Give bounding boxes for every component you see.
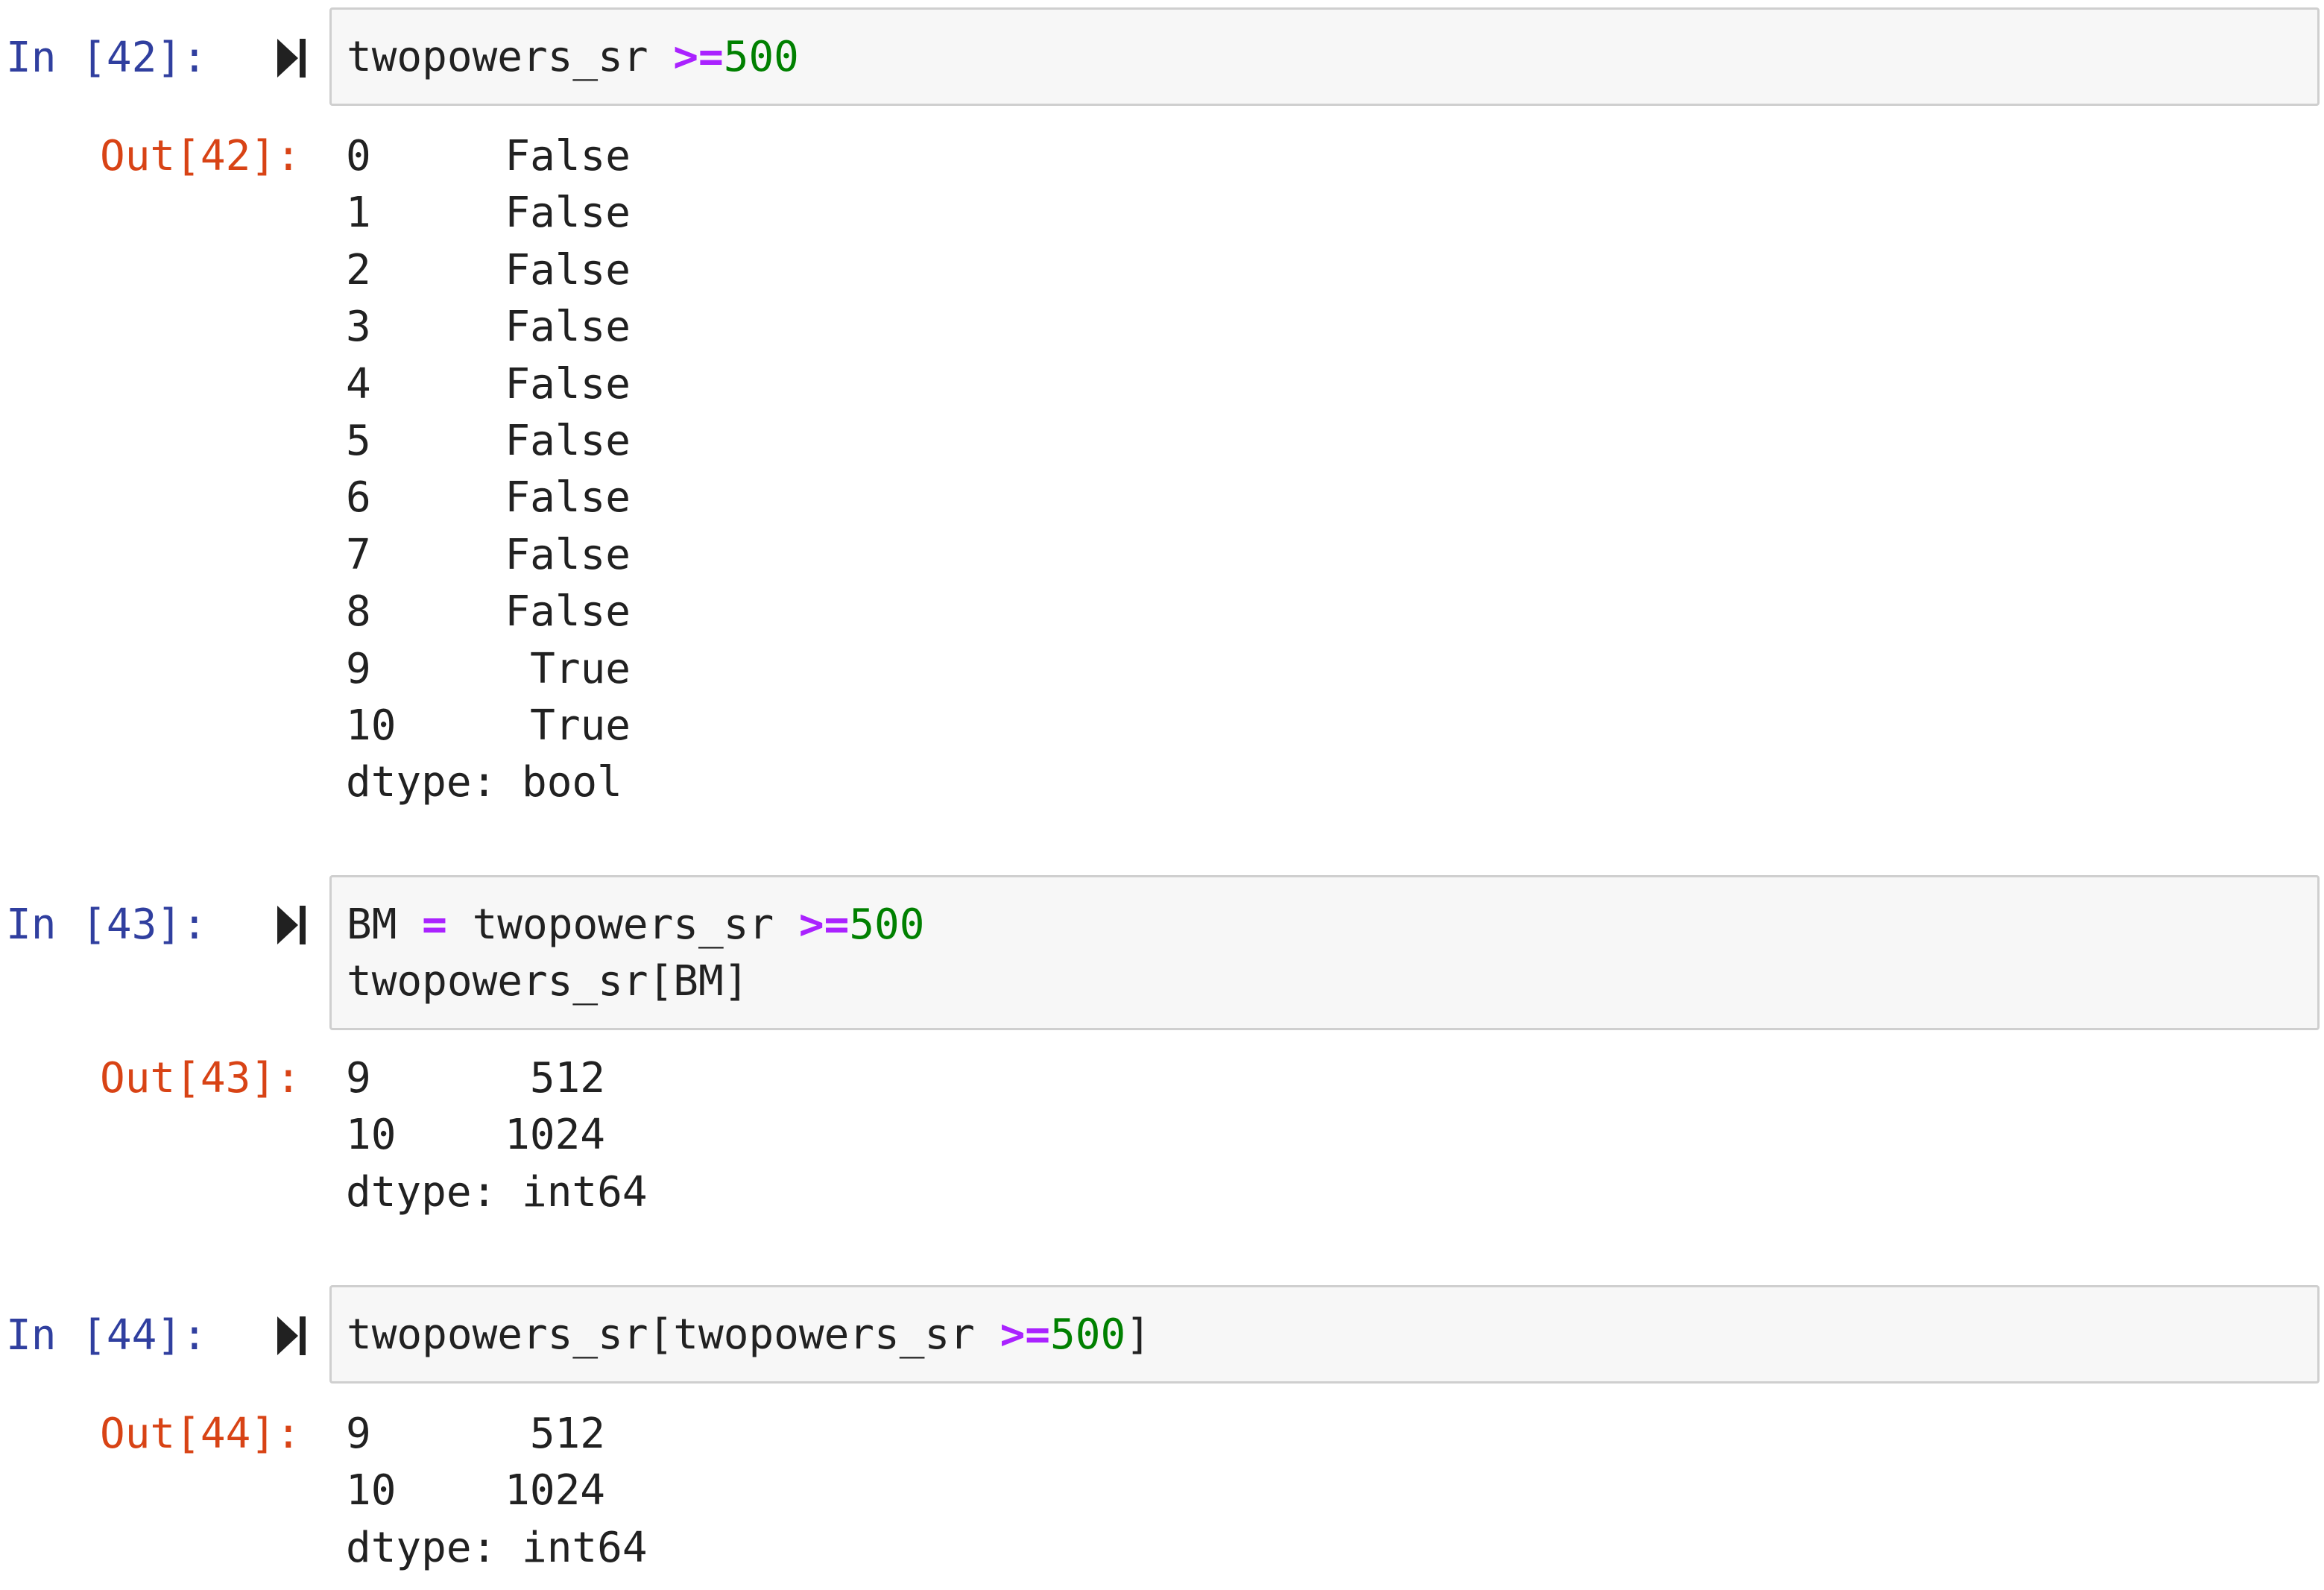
- cell-output: 9 512 10 1024 dtype: int64: [346, 1050, 648, 1221]
- series-value: False: [505, 416, 631, 465]
- output-prompt: Out[42]:: [100, 132, 301, 180]
- series-row: 1 False: [346, 185, 631, 242]
- series-row: 4 False: [346, 356, 631, 413]
- series-value: 512: [529, 1410, 605, 1458]
- series-row: 0 False: [346, 128, 631, 185]
- series-row: 3 False: [346, 299, 631, 356]
- series-row: 10 1024: [346, 1107, 648, 1164]
- input-prompt: In [43]:: [6, 900, 207, 949]
- series-value: 1024: [505, 1111, 605, 1160]
- series-value: False: [505, 132, 631, 180]
- code-line: twopowers_sr[twopowers_sr >=500]: [347, 1307, 1151, 1363]
- code-operator: >=: [673, 33, 724, 81]
- run-cell-icon[interactable]: [277, 906, 307, 944]
- series-value: True: [530, 644, 631, 693]
- series-value: False: [505, 245, 631, 294]
- series-row: 9 512: [346, 1050, 648, 1107]
- series-value: False: [505, 303, 631, 352]
- series-value: False: [505, 473, 631, 523]
- code-operator: =: [422, 900, 447, 949]
- code-line: twopowers_sr[BM]: [347, 953, 748, 1010]
- series-value: False: [505, 189, 631, 238]
- code-text: twopowers_sr[twopowers_sr: [347, 1310, 1000, 1359]
- cell-output: 9 512 10 1024 dtype: int64: [346, 1406, 648, 1577]
- code-input[interactable]: twopowers_sr >=500: [329, 7, 2320, 106]
- series-value: 512: [529, 1054, 605, 1102]
- code-operator: >=: [798, 900, 850, 949]
- series-value: False: [505, 359, 631, 408]
- code-input[interactable]: twopowers_sr[twopowers_sr >=500]: [329, 1285, 2320, 1384]
- cell-output: 0 False 1 False 2 False 3 False 4 False 5 False 6 Fal…: [346, 128, 631, 812]
- series-row: 2 False: [346, 242, 631, 299]
- input-prompt: In [44]:: [6, 1311, 207, 1360]
- series-row: 6 False: [346, 470, 631, 526]
- code-text: twopowers_sr: [347, 33, 674, 81]
- series-row: 8 False: [346, 584, 631, 640]
- code-line: BM = twopowers_sr >=500: [347, 897, 924, 953]
- code-text: twopowers_sr: [446, 900, 799, 949]
- code-input[interactable]: BM = twopowers_sr >=500 twopowers_sr[BM]: [329, 875, 2320, 1030]
- series-dtype: dtype: bool: [346, 758, 622, 807]
- series-dtype: dtype: int64: [346, 1167, 648, 1217]
- series-value: 1024: [505, 1466, 605, 1515]
- code-operator: >=: [1000, 1310, 1051, 1359]
- series-value: False: [505, 587, 631, 637]
- run-cell-icon[interactable]: [277, 39, 307, 78]
- output-prompt: Out[44]:: [100, 1410, 301, 1458]
- code-text: twopowers_sr[BM]: [347, 957, 749, 1006]
- series-dtype: dtype: int64: [346, 1523, 648, 1572]
- series-value: False: [505, 530, 631, 579]
- series-row: 10 1024: [346, 1463, 648, 1519]
- run-cell-icon[interactable]: [277, 1316, 307, 1355]
- series-row: 7 False: [346, 527, 631, 584]
- series-value: True: [530, 701, 631, 750]
- input-prompt: In [42]:: [6, 34, 207, 82]
- code-number: 500: [723, 33, 799, 81]
- series-row: 10 True: [346, 698, 631, 754]
- code-number: 500: [849, 900, 925, 949]
- series-row: 9 512: [346, 1406, 648, 1463]
- code-line: twopowers_sr >=500: [347, 29, 799, 86]
- code-text: ]: [1125, 1310, 1151, 1359]
- code-number: 500: [1050, 1310, 1126, 1359]
- series-row: 5 False: [346, 413, 631, 470]
- code-text: BM: [347, 900, 423, 949]
- output-prompt: Out[43]:: [100, 1054, 301, 1102]
- series-row: 9 True: [346, 641, 631, 698]
